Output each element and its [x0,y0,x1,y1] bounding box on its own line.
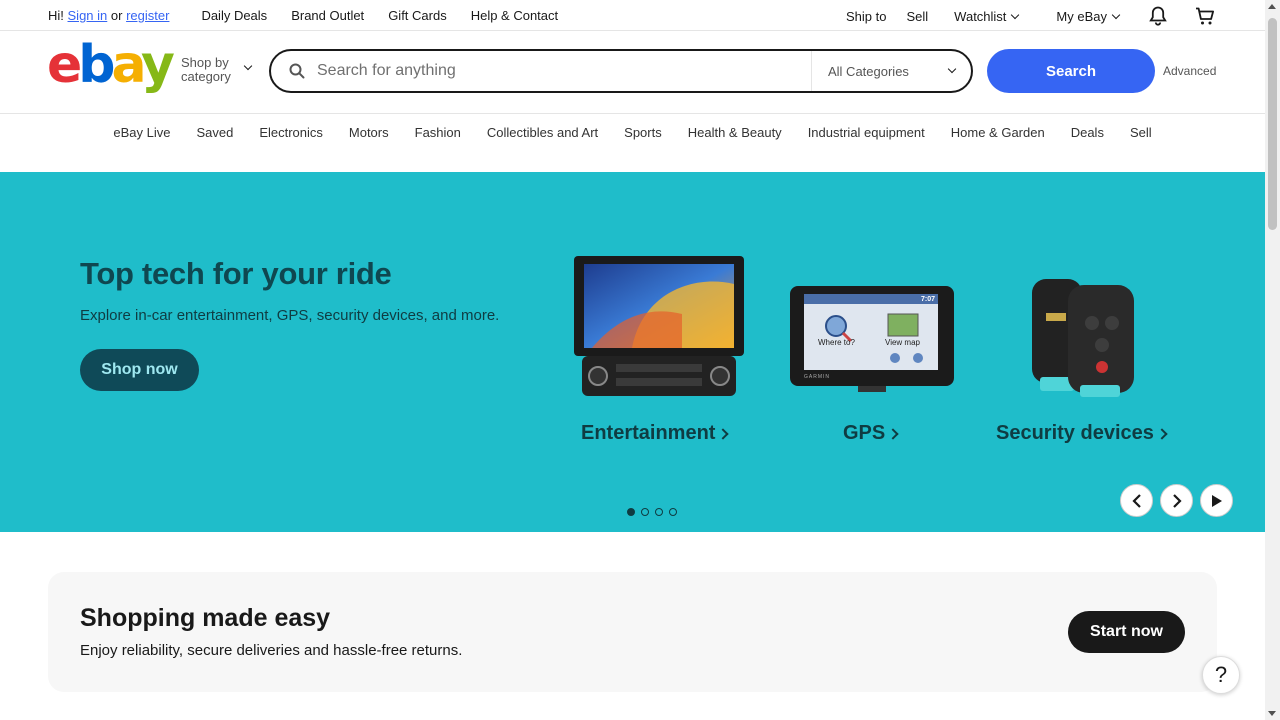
carousel-prev-button[interactable] [1120,484,1153,517]
my-ebay-label: My eBay [1056,8,1107,24]
ship-to-button[interactable]: Ship to [846,9,886,24]
nav-sell[interactable]: Sell [1130,125,1152,140]
play-icon [1211,494,1222,507]
scrollbar-thumb[interactable] [1268,18,1277,230]
cart-icon[interactable] [1195,7,1215,26]
gps-brand: GARMIN [804,374,830,380]
topbar-left: Hi! Sign in or register Daily Deals Bran… [48,8,582,23]
car-stereo-image[interactable] [572,254,746,399]
shop-now-button[interactable]: Shop now [80,349,199,391]
category-nav: eBay Live Saved Electronics Motors Fashi… [0,114,1265,150]
ebay-logo[interactable]: ebay [47,39,175,91]
gps-screen-time: 7:07 [921,296,936,303]
or-text: or [110,8,123,23]
nav-ebay-live[interactable]: eBay Live [113,125,170,140]
gps-label: GPS [843,422,886,444]
nav-electronics[interactable]: Electronics [259,125,323,140]
scroll-up-arrow-icon[interactable] [1268,4,1276,9]
security-devices-link[interactable]: Security devices [996,422,1168,445]
chevron-down-icon [1111,10,1121,19]
nav-health-beauty[interactable]: Health & Beauty [688,125,782,140]
shop-by-label: Shop by [181,55,229,70]
chevron-right-icon [1172,493,1182,508]
category-label: category [181,69,231,84]
entertainment-link[interactable]: Entertainment [581,422,730,445]
search-input[interactable] [317,62,797,80]
security-key-fob-image[interactable] [1030,277,1138,399]
chevron-down-icon [243,61,253,71]
gift-cards-link[interactable]: Gift Cards [388,8,447,23]
start-now-button[interactable]: Start now [1068,611,1185,653]
chevron-left-icon [1131,493,1141,508]
chevron-right-icon [1156,427,1168,440]
category-select-value: All Categories [828,63,909,79]
carousel-dot[interactable] [669,508,677,516]
bell-icon[interactable] [1149,6,1167,26]
search-icon [289,63,305,79]
chevron-right-icon [887,427,899,440]
scroll-down-arrow-icon[interactable] [1268,711,1276,716]
nav-industrial-equipment[interactable]: Industrial equipment [808,125,925,140]
chevron-down-icon [947,64,957,74]
carousel-dot[interactable] [627,508,635,516]
watchlist-dropdown[interactable]: Watchlist [954,8,1020,24]
hero-title: Top tech for your ride [80,256,392,291]
main-header: ebay Shop by category All Categories Sea… [0,31,1265,114]
daily-deals-link[interactable]: Daily Deals [201,8,267,23]
carousel-play-button[interactable] [1200,484,1233,517]
easy-subtitle: Enjoy reliability, secure deliveries and… [80,642,463,659]
security-devices-label: Security devices [996,422,1154,444]
carousel-indicators [627,508,677,516]
nav-motors[interactable]: Motors [349,125,389,140]
gps-link[interactable]: GPS [843,422,899,445]
register-link[interactable]: register [126,8,169,23]
shopping-made-easy-card: Shopping made easy Enjoy reliability, se… [48,572,1217,692]
hero-subtitle: Explore in-car entertainment, GPS, secur… [80,307,500,324]
carousel-dot[interactable] [655,508,663,516]
help-button[interactable]: ? [1202,656,1240,694]
sell-link[interactable]: Sell [906,9,928,24]
watchlist-label: Watchlist [954,8,1007,24]
nav-sports[interactable]: Sports [624,125,662,140]
gps-view-map: View map [885,338,920,347]
help-contact-link[interactable]: Help & Contact [471,8,558,23]
carousel-next-button[interactable] [1160,484,1193,517]
top-utility-bar: Hi! Sign in or register Daily Deals Bran… [0,0,1265,31]
brand-outlet-link[interactable]: Brand Outlet [291,8,364,23]
category-select[interactable]: All Categories [811,51,971,91]
topbar-right: Ship to Sell Watchlist My eBay [846,6,1215,26]
nav-deals[interactable]: Deals [1071,125,1104,140]
entertainment-label: Entertainment [581,422,716,444]
page-scrollbar[interactable] [1265,0,1280,720]
search-bar: All Categories [269,49,973,93]
chevron-down-icon [1011,10,1020,19]
greeting-text: Hi! [48,8,64,23]
nav-home-garden[interactable]: Home & Garden [951,125,1045,140]
search-button[interactable]: Search [987,49,1155,93]
chevron-right-icon [717,427,730,440]
hero-banner: Top tech for your ride Explore in-car en… [0,172,1265,532]
my-ebay-dropdown[interactable]: My eBay [1056,8,1121,24]
carousel-dot[interactable] [641,508,649,516]
nav-saved[interactable]: Saved [196,125,233,140]
nav-fashion[interactable]: Fashion [415,125,461,140]
sign-in-link[interactable]: Sign in [68,8,108,23]
shop-by-category-button[interactable]: Shop by category [181,55,253,84]
nav-collectibles-art[interactable]: Collectibles and Art [487,125,598,140]
gps-where-to: Where to? [818,338,855,347]
advanced-search-link[interactable]: Advanced [1163,64,1216,78]
easy-title: Shopping made easy [80,604,331,632]
